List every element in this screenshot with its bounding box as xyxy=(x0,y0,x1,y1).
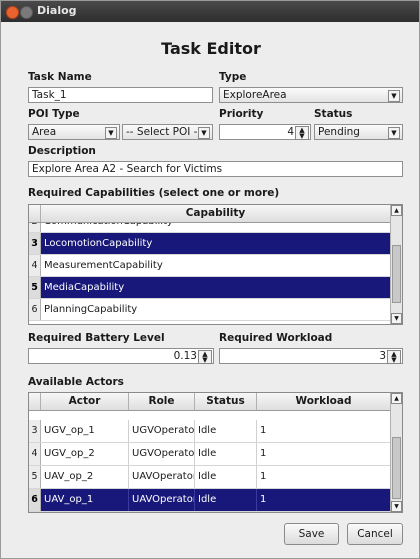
description-label: Description xyxy=(28,145,96,157)
workload-cell: 1 xyxy=(257,443,391,465)
actor-cell: UGV_op_2 xyxy=(41,443,129,465)
row-number[interactable]: 6 xyxy=(29,489,41,511)
row-number[interactable]: 5 xyxy=(29,277,41,298)
actor-cell: UAV_op_2 xyxy=(41,466,129,488)
capabilities-table[interactable]: 2CommunicationCapability3LocomotionCapab… xyxy=(28,204,403,325)
actor-row[interactable]: 4 UGV_op_2 UGVOperator Idle 1 xyxy=(29,443,391,466)
type-label: Type xyxy=(219,71,247,83)
corner-cell xyxy=(29,393,41,410)
priority-value: 4 xyxy=(287,126,294,138)
scroll-thumb[interactable] xyxy=(392,245,401,303)
actor-row[interactable]: 3 UGV_op_1 UGVOperator Idle 1 xyxy=(29,420,391,443)
row-number[interactable]: 6 xyxy=(29,299,41,320)
row-number[interactable]: 4 xyxy=(29,255,41,276)
actor-row[interactable]: 6 UAV_op_1 UAVOperator Idle 1 xyxy=(29,489,391,512)
dialog-window: Dialog Task Editor Task Name Task_1 Type… xyxy=(0,0,420,559)
workload-cell: 1 xyxy=(257,420,391,442)
battery-label: Required Battery Level xyxy=(28,332,165,344)
actors-scrollbar[interactable]: ▲ ▼ xyxy=(390,393,402,512)
battery-spinbox[interactable]: 0.13 ▲ ▼ xyxy=(28,348,214,364)
battery-value: 0.13 xyxy=(173,350,197,362)
window-title: Dialog xyxy=(37,4,77,17)
capabilities-scrollbar[interactable]: ▲ ▼ xyxy=(390,205,402,324)
workload-cell: 1 xyxy=(257,489,391,511)
row-number[interactable]: 5 xyxy=(29,466,41,488)
actors-header: Actor Role Status Workload xyxy=(29,393,391,411)
minimize-icon[interactable] xyxy=(20,6,33,19)
actor-cell: UGV_op_1 xyxy=(41,420,129,442)
capability-row[interactable]: 4 MeasurementCapability xyxy=(29,255,391,277)
save-button[interactable]: Save xyxy=(284,523,339,545)
description-input[interactable]: Explore Area A2 - Search for Victims xyxy=(28,161,403,177)
poi-type-label: POI Type xyxy=(28,108,80,120)
chevron-down-icon: ▼ xyxy=(388,127,400,139)
priority-spinbox[interactable]: 4 ▲ ▼ xyxy=(219,124,311,140)
status-label: Status xyxy=(314,108,353,120)
actors-table[interactable]: Actor Role Status Workload 3 UGV_op_1 UGVO… xyxy=(28,392,403,513)
poi-type-select[interactable]: Area ▼ xyxy=(28,124,120,140)
spin-arrows-icon[interactable]: ▲ ▼ xyxy=(198,350,212,364)
page-title: Task Editor xyxy=(161,39,261,58)
role-cell: UAVOperator xyxy=(129,489,195,511)
cancel-button[interactable]: Cancel xyxy=(347,523,403,545)
capability-row[interactable]: 5 MediaCapability xyxy=(29,277,391,299)
status-value: Pending xyxy=(318,126,360,138)
priority-label: Priority xyxy=(219,108,264,120)
status-cell: Idle xyxy=(195,489,257,511)
workload-cell: 1 xyxy=(257,466,391,488)
capability-cell: MediaCapability xyxy=(41,277,391,298)
poi-select[interactable]: -- Select POI -- ▼ xyxy=(122,124,213,140)
actor-cell: UAV_op_1 xyxy=(41,489,129,511)
scroll-up-icon[interactable]: ▲ xyxy=(391,393,402,404)
capability-row[interactable]: 6 PlanningCapability xyxy=(29,299,391,321)
capability-cell: PlanningCapability xyxy=(41,299,391,320)
corner-cell xyxy=(29,205,41,222)
role-cell: UAVOperator xyxy=(129,466,195,488)
row-number[interactable]: 3 xyxy=(29,420,41,442)
status-column-header[interactable]: Status xyxy=(195,393,257,410)
close-icon[interactable] xyxy=(6,6,19,19)
role-cell: UGVOperator xyxy=(129,420,195,442)
capabilities-header: Capability xyxy=(29,205,391,223)
scroll-down-icon[interactable]: ▼ xyxy=(391,501,402,512)
scroll-thumb[interactable] xyxy=(392,437,401,499)
chevron-down-icon: ▼ xyxy=(105,127,117,139)
workload-column-header[interactable]: Workload xyxy=(257,393,391,410)
workload-spinbox[interactable]: 3 ▲ ▼ xyxy=(219,348,403,364)
actor-column-header[interactable]: Actor xyxy=(41,393,129,410)
status-select[interactable]: Pending ▼ xyxy=(314,124,403,140)
status-cell: Idle xyxy=(195,420,257,442)
task-name-label: Task Name xyxy=(28,71,92,83)
actor-row[interactable]: 5 UAV_op_2 UAVOperator Idle 1 xyxy=(29,466,391,489)
role-cell: UGVOperator xyxy=(129,443,195,465)
title-bar: Dialog xyxy=(1,1,419,22)
spin-arrows-icon[interactable]: ▲ ▼ xyxy=(387,350,401,364)
chevron-down-icon: ▼ xyxy=(198,127,210,139)
status-cell: Idle xyxy=(195,443,257,465)
spin-arrows-icon[interactable]: ▲ ▼ xyxy=(295,126,309,140)
row-number[interactable]: 4 xyxy=(29,443,41,465)
status-cell: Idle xyxy=(195,466,257,488)
capability-cell: MeasurementCapability xyxy=(41,255,391,276)
task-name-input[interactable]: Task_1 xyxy=(28,87,213,103)
type-select[interactable]: ExploreArea ▼ xyxy=(219,87,403,103)
scroll-down-icon[interactable]: ▼ xyxy=(391,313,402,324)
capability-column-header[interactable]: Capability xyxy=(41,205,391,222)
workload-label: Required Workload xyxy=(219,332,333,344)
row-number[interactable]: 3 xyxy=(29,233,41,254)
scroll-up-icon[interactable]: ▲ xyxy=(391,205,402,216)
type-value: ExploreArea xyxy=(223,89,287,101)
capability-cell: LocomotionCapability xyxy=(41,233,391,254)
chevron-down-icon: ▼ xyxy=(388,90,400,102)
poi-type-value: Area xyxy=(32,126,57,138)
capabilities-label: Required Capabilities (select one or mor… xyxy=(28,187,280,199)
workload-value: 3 xyxy=(379,350,386,362)
poi-value: -- Select POI -- xyxy=(126,126,202,138)
role-column-header[interactable]: Role xyxy=(129,393,195,410)
capability-row[interactable]: 3 LocomotionCapability xyxy=(29,233,391,255)
actors-label: Available Actors xyxy=(28,376,124,388)
